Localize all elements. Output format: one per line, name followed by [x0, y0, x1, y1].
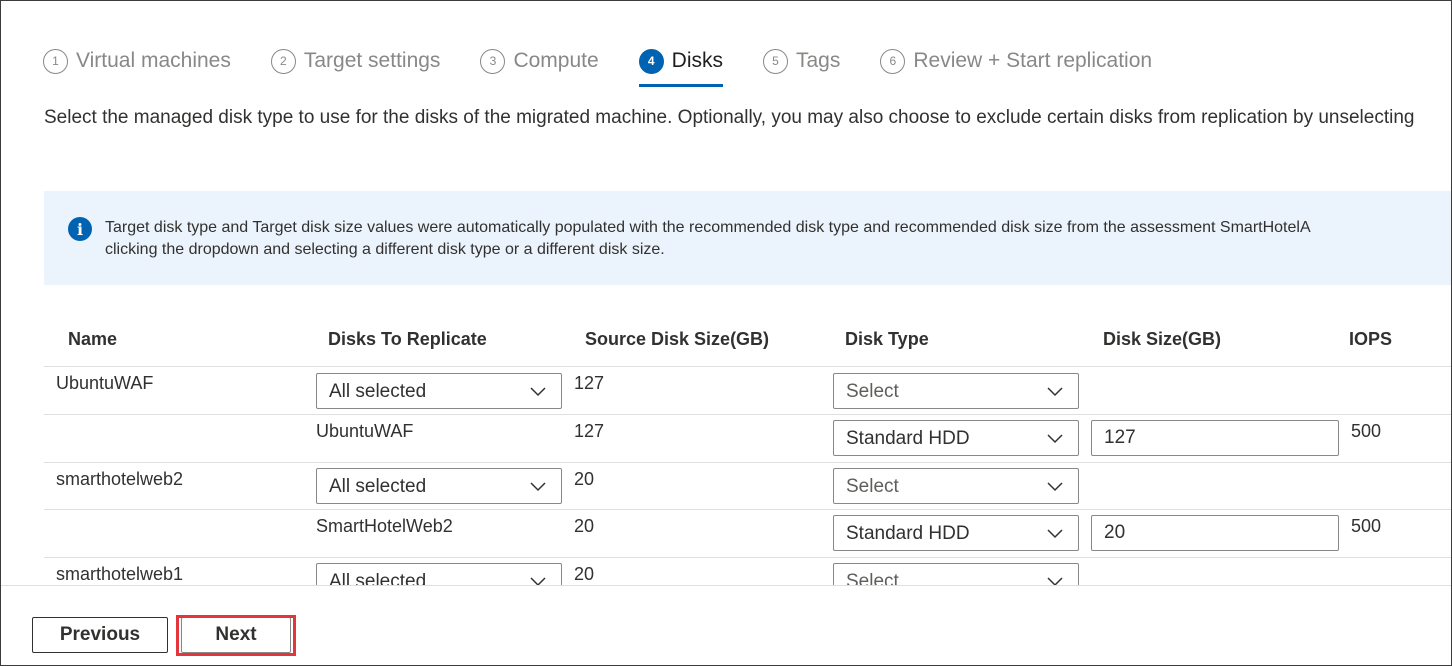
table-header: Name Disks To Replicate Source Disk Size…: [44, 317, 1451, 367]
source-disk-size: 20: [574, 516, 595, 536]
vm-name: UbuntuWAF: [56, 373, 154, 393]
source-disk-size: 127: [574, 421, 605, 441]
vm-name: smarthotelweb1: [56, 564, 184, 584]
info-icon: i: [68, 217, 92, 241]
source-disk-size: 20: [574, 564, 595, 584]
dropdown-value: All selected: [329, 381, 427, 402]
step-number-4: 4: [638, 48, 664, 74]
disk-type-dropdown[interactable]: Standard HDD: [833, 515, 1079, 551]
dropdown-value: All selected: [329, 476, 427, 497]
dropdown-value: Standard HDD: [846, 523, 970, 544]
disk-type-dropdown[interactable]: Select: [833, 468, 1079, 504]
step-label: Target settings: [303, 49, 441, 72]
step-label: Tags: [796, 49, 841, 72]
header-iops: IOPS: [1349, 329, 1393, 349]
info-text-line-2: clicking the dropdown and selecting a di…: [105, 241, 665, 258]
step-target-settings[interactable]: 2 Target settings: [270, 45, 441, 77]
dropdown-value: Select: [846, 476, 899, 497]
header-disk-type: Disk Type: [845, 329, 929, 349]
dropdown-value: Standard HDD: [846, 428, 970, 449]
chevron-down-icon: [1047, 482, 1063, 492]
disk-size-input[interactable]: 20: [1091, 515, 1339, 551]
step-label: Disks: [671, 49, 723, 72]
source-disk-size: 20: [574, 469, 595, 489]
step-label: Compute: [513, 49, 599, 72]
disk-name: SmartHotelWeb2: [316, 516, 453, 536]
wizard-footer: Previous Next: [1, 585, 1451, 665]
next-button-highlight: [176, 615, 296, 656]
chevron-down-icon: [1047, 434, 1063, 444]
chevron-down-icon: [1047, 529, 1063, 539]
iops-value: 500: [1351, 421, 1382, 441]
page-description: Select the managed disk type to use for …: [44, 107, 1415, 128]
header-source-disk-size: Source Disk Size(GB): [585, 329, 770, 349]
step-number-6: 6: [880, 48, 906, 74]
disk-type-dropdown[interactable]: Standard HDD: [833, 420, 1079, 456]
step-disks[interactable]: 4 Disks: [638, 45, 724, 87]
step-number-2: 2: [270, 48, 296, 74]
wizard-steps: 1 Virtual machines 2 Target settings 3 C…: [43, 45, 1192, 87]
header-disks-to-replicate: Disks To Replicate: [328, 329, 487, 349]
step-label: Review + Start replication: [913, 49, 1153, 72]
step-number-1: 1: [43, 48, 68, 74]
chevron-down-icon: [530, 482, 546, 492]
table-row: SmartHotelWeb2 20 Standard HDD 20 500: [44, 510, 1451, 558]
disk-type-dropdown[interactable]: Select: [833, 373, 1079, 409]
disk-name: UbuntuWAF: [316, 421, 414, 441]
table-row: UbuntuWAF 127 Standard HDD 127 500: [44, 415, 1451, 463]
step-tags[interactable]: 5 Tags: [763, 45, 840, 77]
iops-value: 500: [1351, 516, 1382, 536]
disks-to-replicate-dropdown[interactable]: All selected: [316, 373, 562, 409]
info-text-line-1: Target disk type and Target disk size va…: [105, 219, 1311, 236]
step-label: Virtual machines: [76, 49, 231, 72]
source-disk-size: 127: [574, 373, 605, 393]
header-name: Name: [68, 329, 118, 349]
disks-to-replicate-dropdown[interactable]: All selected: [316, 468, 562, 504]
step-number-5: 5: [763, 48, 788, 74]
table-row: UbuntuWAF All selected 127 Select: [44, 367, 1451, 415]
header-disk-size: Disk Size(GB): [1103, 329, 1222, 349]
vm-name: smarthotelweb2: [56, 469, 184, 489]
step-review-start-replication[interactable]: 6 Review + Start replication: [880, 45, 1152, 77]
previous-button[interactable]: Previous: [32, 617, 168, 653]
info-text: Target disk type and Target disk size va…: [105, 217, 1311, 261]
disk-size-input[interactable]: 127: [1091, 420, 1339, 456]
info-banner: i Target disk type and Target disk size …: [44, 191, 1451, 285]
step-compute[interactable]: 3 Compute: [480, 45, 599, 77]
table-row: smarthotelweb2 All selected 20 Select: [44, 463, 1451, 510]
step-number-3: 3: [480, 48, 506, 74]
migration-wizard: 1 Virtual machines 2 Target settings 3 C…: [0, 0, 1452, 666]
dropdown-value: Select: [846, 381, 899, 402]
step-virtual-machines[interactable]: 1 Virtual machines: [43, 45, 231, 77]
chevron-down-icon: [1047, 387, 1063, 397]
chevron-down-icon: [530, 387, 546, 397]
